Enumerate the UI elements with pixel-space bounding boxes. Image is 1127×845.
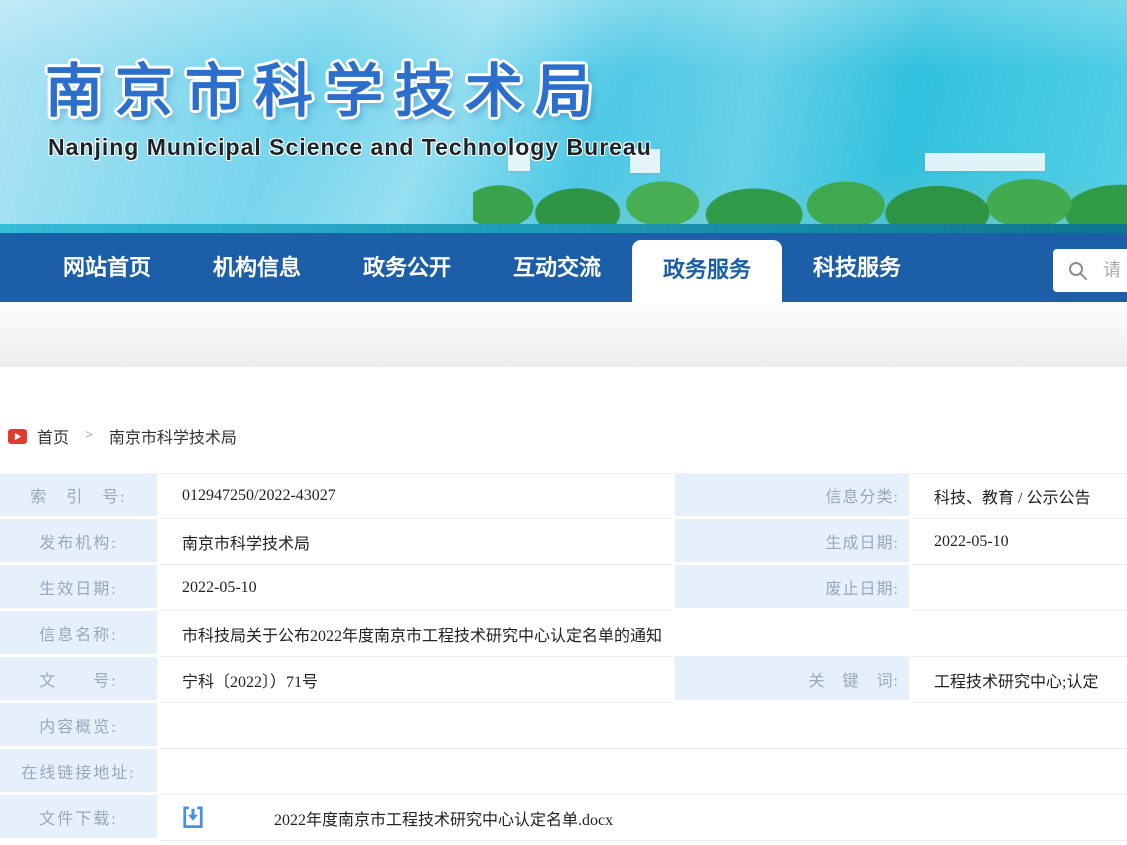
search-icon [1067, 260, 1089, 282]
nav-item-org-info[interactable]: 机构信息 [182, 233, 332, 302]
breadcrumb-badge-icon [8, 429, 27, 444]
table-row: 信息名称: 市科技局关于公布2022年度南京市工程技术研究中心认定名单的通知 [0, 611, 1127, 657]
banner-treeline-decoration [473, 159, 1127, 225]
issuing-agency-label: 发布机构: [0, 519, 160, 565]
info-category-label: 信息分类: [672, 473, 912, 519]
site-banner: 南京市科学技术局 Nanjing Municipal Science and T… [0, 0, 1127, 233]
index-number-value: 012947250/2022-43027 [160, 473, 672, 519]
table-row: 生效日期: 2022-05-10 废止日期: [0, 565, 1127, 611]
effective-date-value: 2022-05-10 [160, 565, 672, 611]
site-title: 南京市科学技术局 [45, 44, 605, 128]
search-box [1053, 249, 1127, 292]
created-date-label: 生成日期: [672, 519, 912, 565]
download-file-link[interactable]: 2022年度南京市工程技术研究中心认定名单.docx [274, 806, 613, 830]
index-number-label: 索 引 号: [0, 473, 160, 519]
info-category-value: 科技、教育 / 公示公告 [912, 473, 1127, 519]
keywords-label: 关 键 词: [672, 657, 912, 703]
breadcrumb-current: 南京市科学技术局 [109, 424, 237, 448]
online-link-label: 在线链接地址: [0, 749, 160, 795]
download-icon[interactable] [182, 805, 204, 830]
nav-item-interaction[interactable]: 互动交流 [482, 233, 632, 302]
table-row: 内容概览: [0, 703, 1127, 749]
online-link-value [160, 749, 1127, 795]
nav-item-gov-disclosure[interactable]: 政务公开 [332, 233, 482, 302]
table-row: 文件下载: 2022年度南京市工程技术研究中心认定名单.docx [0, 795, 1127, 841]
file-download-label: 文件下载: [0, 795, 160, 841]
nav-item-gov-services-active[interactable]: 政务服务 [632, 240, 782, 305]
breadcrumb: 首页 > 南京市科学技术局 [0, 367, 1127, 473]
banner-water-decoration [0, 224, 1127, 233]
breadcrumb-separator: > [79, 428, 99, 444]
main-nav: 网站首页 机构信息 政务公开 互动交流 政务服务 科技服务 [0, 233, 1127, 302]
info-name-value: 市科技局关于公布2022年度南京市工程技术研究中心认定名单的通知 [160, 611, 1127, 657]
nav-list: 网站首页 机构信息 政务公开 互动交流 政务服务 科技服务 [0, 233, 1127, 302]
document-info-table: 索 引 号: 012947250/2022-43027 信息分类: 科技、教育 … [0, 473, 1127, 841]
table-row: 发布机构: 南京市科学技术局 生成日期: 2022-05-10 [0, 519, 1127, 565]
document-number-value: 宁科〔2022〕）71号 [160, 657, 672, 703]
created-date-value: 2022-05-10 [912, 519, 1127, 565]
document-number-label: 文 号: [0, 657, 160, 703]
search-input[interactable] [1101, 259, 1127, 282]
repeal-date-value [912, 565, 1127, 611]
issuing-agency-value: 南京市科学技术局 [160, 519, 672, 565]
nav-subband [0, 302, 1127, 367]
content-summary-value [160, 703, 1127, 749]
keywords-value: 工程技术研究中心;认定 [912, 657, 1127, 703]
site-subtitle-english: Nanjing Municipal Science and Technology… [48, 134, 652, 161]
table-row: 文 号: 宁科〔2022〕）71号 关 键 词: 工程技术研究中心;认定 [0, 657, 1127, 703]
nav-item-tech-services[interactable]: 科技服务 [782, 233, 932, 302]
repeal-date-label: 废止日期: [672, 565, 912, 611]
table-row: 在线链接地址: [0, 749, 1127, 795]
nav-item-home[interactable]: 网站首页 [32, 233, 182, 302]
table-row: 索 引 号: 012947250/2022-43027 信息分类: 科技、教育 … [0, 473, 1127, 519]
effective-date-label: 生效日期: [0, 565, 160, 611]
breadcrumb-home-link[interactable]: 首页 [37, 424, 69, 448]
info-name-label: 信息名称: [0, 611, 160, 657]
content-summary-label: 内容概览: [0, 703, 160, 749]
